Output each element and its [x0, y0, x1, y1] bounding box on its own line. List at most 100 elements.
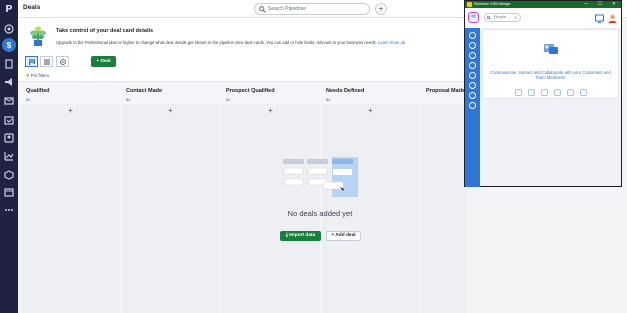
screen-share-icon[interactable] [595, 14, 604, 23]
stage-header: Needs Defined $0 [322, 84, 424, 104]
banner-title: Take control of your deal card details [56, 28, 154, 34]
rainbow-sidebar [465, 28, 480, 187]
search-placeholder: Search Pipedrive [268, 6, 307, 12]
stage-column-qualified: Qualified $0 + [22, 84, 124, 313]
stage-column-prospect-qualified: Prospect Qualified $0 + [222, 84, 324, 313]
add-deal-button[interactable]: + Deal [91, 56, 116, 67]
left-nav: P $ [0, 0, 18, 313]
stage-name: Prospect Qualified [226, 88, 275, 94]
collaboration-illustration-icon [544, 44, 558, 54]
forecast-view-button[interactable] [56, 56, 69, 67]
add-deal-empty-button[interactable]: + Add deal [326, 231, 361, 241]
stage-value: $0 [26, 97, 31, 102]
files-icon[interactable] [469, 92, 476, 99]
marketplace-icon[interactable] [4, 187, 14, 197]
quick-add-button[interactable]: + [375, 3, 387, 15]
page-title: Deals [23, 4, 41, 11]
contacts-icon[interactable] [4, 133, 14, 143]
rainbow-main: Communicate, Interact and Collaborate wi… [480, 28, 621, 186]
leads-icon[interactable] [4, 59, 14, 69]
global-search[interactable]: Search Pipedrive [254, 3, 370, 15]
forecast-view-icon [60, 59, 66, 65]
stage-name: Proposal Made [426, 88, 466, 94]
feature-call-icon [566, 89, 574, 96]
welcome-card: Communicate, Interact and Collaborate wi… [482, 29, 619, 99]
stage-value: $0 [126, 97, 131, 102]
banner-body: Upgrade to the Professional plan or high… [56, 40, 405, 45]
stage-name: Needs Defined [326, 88, 365, 94]
calls-icon[interactable] [469, 82, 476, 89]
pipeline-view-button[interactable] [25, 56, 38, 67]
more-icon[interactable] [4, 205, 14, 215]
history-icon[interactable] [469, 72, 476, 79]
plant-illustration-icon [30, 26, 46, 46]
pipeline-background [468, 187, 627, 313]
feature-share-icon [540, 89, 548, 96]
rainbow-crm-bridge-window: Rainbow CRM Bridge — ☐ ✕ ✉ People... ✕ C… [464, 0, 622, 187]
search-icon [259, 6, 266, 13]
banner-text: Upgrade to the Professional plan or high… [56, 40, 377, 45]
empty-pipeline-illustration-icon [283, 157, 358, 197]
clear-search-icon[interactable]: ✕ [514, 15, 517, 20]
add-deal-to-stage-button[interactable]: + [68, 106, 73, 115]
learn-more-link[interactable]: Learn more ab [378, 40, 405, 45]
feature-chat-icon [514, 89, 522, 96]
stage-header: Qualified $0 [22, 84, 124, 104]
stage-header: Prospect Qualified $0 [222, 84, 324, 104]
add-deal-to-stage-button[interactable]: + [168, 106, 173, 115]
upgrade-banner: Take control of your deal card details U… [18, 18, 468, 54]
pipedrive-app: P $ Deals Search Pipedrive + Take contro… [0, 0, 627, 313]
search-icon [487, 16, 491, 20]
stage-column-proposal-made: Proposal Made [422, 84, 466, 313]
deals-icon[interactable]: $ [2, 38, 16, 52]
close-button[interactable]: ✕ [612, 1, 616, 7]
minimize-button[interactable]: — [584, 1, 589, 6]
bubbles-icon[interactable] [469, 52, 476, 59]
stage-header: Proposal Made [422, 84, 466, 104]
mail-icon[interactable] [4, 96, 14, 106]
pin-filters-label: Pin filters [30, 73, 50, 78]
activities-icon[interactable] [4, 115, 14, 125]
stage-name: Contact Made [126, 88, 163, 94]
window-title: Rainbow CRM Bridge [474, 2, 511, 6]
empty-state-message: No deals added yet [287, 209, 353, 218]
add-deal-to-stage-button[interactable]: + [268, 106, 273, 115]
campaigns-icon[interactable] [4, 77, 14, 87]
products-icon[interactable] [4, 170, 14, 180]
settings-icon[interactable] [469, 102, 476, 109]
meetings-icon[interactable] [469, 62, 476, 69]
pipeline-view-icon [29, 59, 35, 65]
stage-column-needs-defined: Needs Defined $0 + [322, 84, 424, 313]
import-data-button[interactable]: ⤓ Import data [280, 231, 321, 241]
import-icon: ⤓ [285, 233, 288, 238]
contacts-icon[interactable] [469, 42, 476, 49]
rainbow-logo-icon[interactable]: ✉ [468, 12, 479, 23]
window-titlebar: Rainbow CRM Bridge — ☐ ✕ [465, 1, 621, 8]
pipedrive-logo[interactable]: P [3, 4, 15, 16]
feature-file-icon [553, 89, 561, 96]
svg-text:$: $ [7, 41, 12, 50]
chat-icon[interactable] [469, 32, 476, 39]
list-view-icon [44, 59, 50, 65]
maximize-button[interactable]: ☐ [598, 1, 602, 7]
stage-value: $0 [326, 97, 331, 102]
list-view-button[interactable] [40, 56, 53, 67]
pin-filters[interactable]: ⚲ Pin filters [26, 73, 49, 79]
stage-column-contact-made: Contact Made $0 + [122, 84, 224, 313]
people-search-placeholder: People... [494, 15, 509, 19]
insights-icon[interactable] [4, 151, 14, 161]
people-search-input[interactable]: People... ✕ [484, 13, 521, 22]
feature-group-icon [579, 89, 587, 96]
target-icon[interactable] [4, 24, 14, 34]
feature-video-icon [527, 89, 535, 96]
user-avatar-icon[interactable] [608, 14, 617, 23]
rainbow-header: ✉ People... ✕ [465, 8, 621, 28]
add-deal-to-stage-button[interactable]: + [368, 106, 373, 115]
filter-row: ⚲ Pin filters [18, 70, 468, 82]
stage-header: Contact Made $0 [122, 84, 224, 104]
welcome-tagline: Communicate, Interact and Collaborate wi… [490, 70, 611, 80]
view-toolbar: + Deal [18, 54, 468, 70]
pin-icon: ⚲ [26, 73, 30, 78]
stage-value: $0 [226, 97, 231, 102]
feature-icons [483, 89, 618, 97]
